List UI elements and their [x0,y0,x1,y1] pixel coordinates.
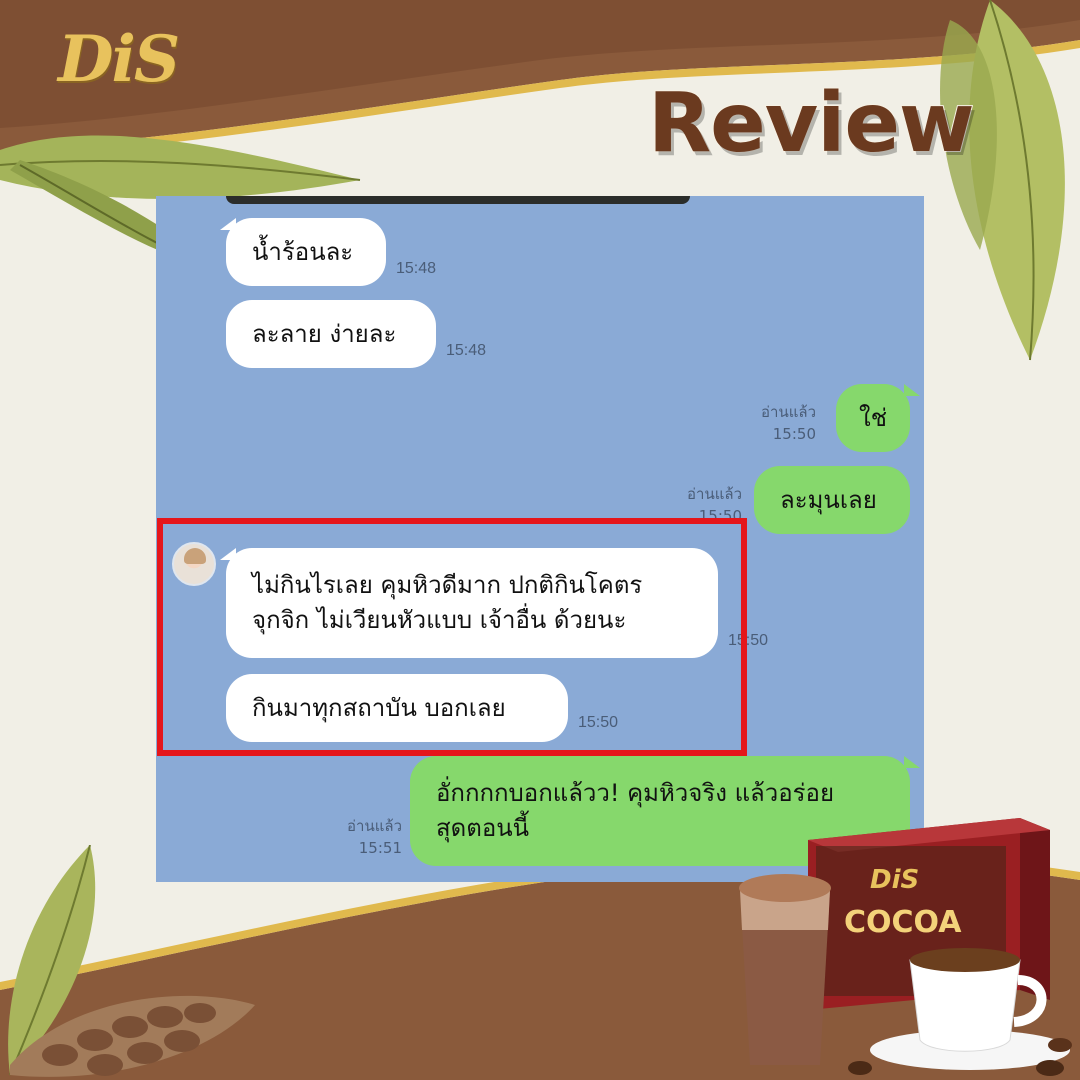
message-time: 15:48 [446,342,487,359]
message-time: 15:50 [772,424,816,443]
leaf-decoration-top-right [940,0,1065,361]
brand-logo: DiS [58,22,180,97]
photo-message-edge [226,196,690,204]
bubble-tail [904,384,920,396]
cocoa-pod-image [10,995,255,1077]
product-brand-text: DiS [870,865,919,895]
product-image: DiS COCOA [739,818,1072,1076]
message-bubble-incoming: น้ำร้อนละ [226,218,386,286]
highlight-frame [157,518,747,756]
bubble-tail [904,756,920,768]
message-bubble-outgoing: ใช่ [836,384,910,452]
read-receipt: อ่านแล้ว 15:51 [332,816,402,860]
read-receipt: อ่านแล้ว 15:50 [746,402,816,446]
read-label: อ่านแล้ว [687,485,742,503]
message-time: 15:48 [396,260,437,277]
message-bubble-outgoing: ละมุนเลย [754,466,910,534]
message-line: สุดตอนนี้ [436,814,530,842]
product-name-text: COCOA [844,905,962,940]
read-label: อ่านแล้ว [761,403,816,421]
message-time: 15:51 [358,838,402,857]
review-title: Review [647,75,976,172]
read-label: อ่านแล้ว [347,817,402,835]
message-bubble-incoming: ละลาย ง่ายละ [226,300,436,368]
